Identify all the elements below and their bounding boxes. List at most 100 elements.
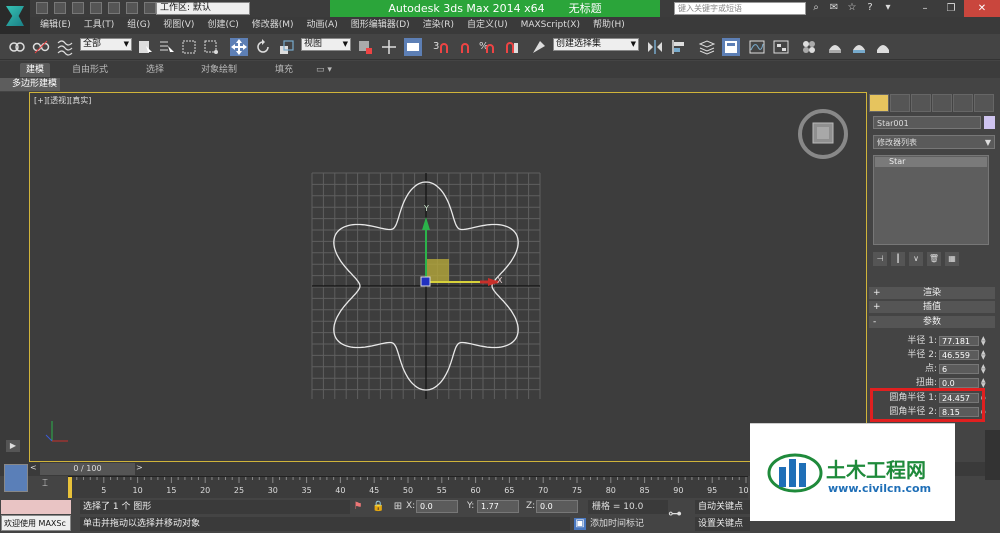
ribbon-tab-object-paint[interactable]: 对象绘制 [201, 63, 237, 77]
rotate-icon[interactable] [254, 38, 272, 56]
x-coordinate-field[interactable]: 0.0 [416, 500, 458, 513]
align-icon[interactable] [670, 38, 688, 56]
ribbon-tab-modeling[interactable]: 建模 [20, 63, 51, 77]
stack-item-star[interactable]: Star [875, 157, 987, 167]
hierarchy-tab-icon[interactable] [911, 94, 931, 112]
menu-tools[interactable]: 工具(T) [84, 17, 128, 34]
render-setup-icon[interactable] [826, 38, 844, 56]
make-unique-icon[interactable]: ∨ [909, 252, 923, 266]
ribbon-tab-selection[interactable]: 选择 [146, 63, 164, 77]
viewport-label[interactable]: [+][透视][真实] [34, 95, 91, 106]
menu-customize[interactable]: 自定义(U) [467, 17, 521, 34]
set-key-icon[interactable]: ⊶ [668, 506, 682, 522]
modifier-list-dropdown[interactable]: 修改器列表 ▼ [873, 135, 995, 149]
search-input[interactable]: 键入关键字或短语 [674, 2, 806, 15]
curve-editor-icon[interactable] [748, 38, 766, 56]
bind-space-warp-icon[interactable] [56, 38, 74, 56]
maximize-button[interactable]: ❐ [938, 0, 964, 17]
absolute-mode-icon[interactable]: ⊞ [392, 501, 404, 513]
keyboard-shortcut-toggle-icon[interactable] [404, 38, 422, 56]
minimize-button[interactable]: – [912, 0, 938, 17]
pin-stack-icon[interactable]: ⊣ [873, 252, 887, 266]
mirror-icon[interactable] [646, 38, 664, 56]
rollout-parameters[interactable]: - 参数 [869, 316, 995, 328]
render-production-icon[interactable] [874, 38, 892, 56]
binoculars-icon[interactable]: ⌕ [810, 2, 822, 14]
points-spinner[interactable]: ▲ ▼ [981, 364, 986, 375]
rectangular-selection-icon[interactable] [180, 38, 198, 56]
star-icon[interactable]: ☆ [846, 2, 858, 14]
mini-curve-editor-icon[interactable] [4, 464, 28, 492]
material-editor-icon[interactable] [800, 38, 818, 56]
ribbon-options-icon[interactable]: ▭ ▾ [316, 63, 332, 77]
remove-modifier-icon[interactable]: 🗑 [927, 252, 941, 266]
open-file-icon[interactable] [54, 2, 66, 14]
motion-tab-icon[interactable] [932, 94, 952, 112]
help-icon[interactable]: ? [864, 2, 876, 14]
isolate-selection-icon[interactable]: ⚑ [352, 501, 364, 513]
time-slider-next[interactable]: > [136, 463, 143, 472]
radius2-spinner[interactable]: ▲ ▼ [981, 350, 986, 361]
radius2-input[interactable]: 46.559 [939, 350, 979, 360]
track-bar-toggle-icon[interactable]: ⌶ [36, 478, 54, 494]
select-by-name-icon[interactable] [158, 38, 176, 56]
time-slider-thumb[interactable]: 0 / 100 [40, 463, 135, 475]
current-frame-marker[interactable] [68, 477, 72, 499]
z-coordinate-field[interactable]: 0.0 [536, 500, 578, 513]
add-time-tag-label[interactable]: 添加时间标记 [590, 517, 644, 531]
menu-create[interactable]: 创建(C) [207, 17, 251, 34]
scene-explorer-icon[interactable] [722, 38, 740, 56]
create-tab-icon[interactable] [869, 94, 889, 112]
menu-animation[interactable]: 动画(A) [307, 17, 351, 34]
menu-edit[interactable]: 编辑(E) [40, 17, 84, 34]
object-name-field[interactable]: Star001 [873, 116, 981, 129]
object-color-swatch[interactable] [984, 116, 995, 129]
new-file-icon[interactable] [36, 2, 48, 14]
time-slider-prev[interactable]: < [30, 463, 37, 472]
set-key-button[interactable]: 设置关键点 [695, 517, 750, 531]
perspective-viewport[interactable]: Y X [+][透视][真实] [29, 92, 867, 462]
distortion-input[interactable]: 0.0 [939, 378, 979, 388]
link-icon[interactable] [8, 38, 26, 56]
redo-icon[interactable] [108, 2, 120, 14]
window-crossing-icon[interactable] [202, 38, 220, 56]
move-icon[interactable] [230, 38, 248, 56]
menu-views[interactable]: 视图(V) [163, 17, 207, 34]
rollout-interpolation[interactable]: + 插值 [869, 301, 995, 313]
save-icon[interactable] [72, 2, 84, 14]
display-tab-icon[interactable] [953, 94, 973, 112]
points-input[interactable]: 6 [939, 364, 979, 374]
auto-key-button[interactable]: 自动关键点 [695, 500, 750, 514]
subscription-icon[interactable]: ✉ [828, 2, 840, 14]
show-end-result-icon[interactable]: ┃ [891, 252, 905, 266]
angle-snap-icon[interactable] [456, 38, 474, 56]
help-dropdown-icon[interactable]: ▾ [882, 2, 894, 14]
app-logo[interactable] [0, 0, 30, 34]
selection-lock-icon[interactable]: 🔒 [372, 501, 384, 513]
project-folder-icon[interactable] [126, 2, 138, 14]
select-object-icon[interactable] [136, 38, 154, 56]
unlink-icon[interactable] [32, 38, 50, 56]
menu-maxscript[interactable]: MAXScript(X) [521, 17, 593, 34]
move-gizmo[interactable]: Y X [420, 204, 503, 287]
maxscript-listener-box[interactable] [1, 500, 71, 514]
close-button[interactable]: ✕ [964, 0, 1000, 17]
y-coordinate-field[interactable]: 1.77 [477, 500, 519, 513]
schematic-view-icon[interactable] [772, 38, 790, 56]
named-selection-dropdown[interactable]: 创建选择集 ▼ [553, 38, 639, 51]
edit-named-selection-icon[interactable] [530, 38, 548, 56]
workspace-dropdown[interactable]: 工作区: 默认 [156, 2, 250, 15]
rollout-rendering[interactable]: + 渲染 [869, 287, 995, 299]
ribbon-tab-populate[interactable]: 填充 [275, 63, 293, 77]
track-bar[interactable]: 0510152025303540455055606570758085909510… [68, 476, 748, 499]
reference-coordinate-dropdown[interactable]: 视图 ▼ [301, 38, 351, 51]
menu-group[interactable]: 组(G) [127, 17, 163, 34]
modifier-stack[interactable]: Star [873, 155, 989, 245]
scale-icon[interactable] [278, 38, 296, 56]
radius1-input[interactable]: 77.181 [939, 336, 979, 346]
maxscript-mini-listener[interactable]: 欢迎使用 MAXSc [1, 515, 71, 531]
selection-filter-dropdown[interactable]: 全部 ▼ [80, 38, 132, 51]
add-time-tag-icon[interactable]: ▣ [574, 518, 586, 530]
undo-icon[interactable] [90, 2, 102, 14]
expand-arrow-icon[interactable]: ▶ [6, 440, 20, 452]
